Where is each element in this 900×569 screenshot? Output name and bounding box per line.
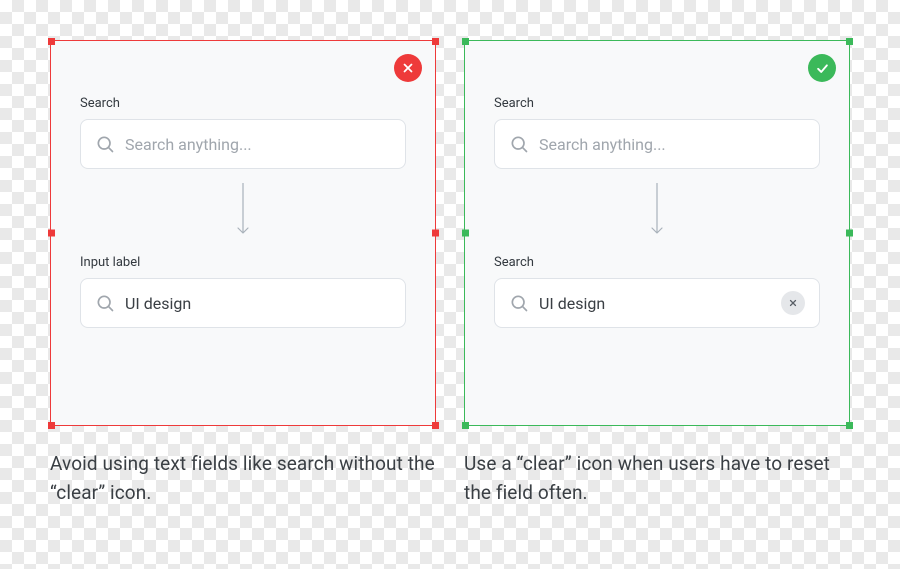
- search-field-filled: Search UI design: [494, 255, 820, 328]
- placeholder-text: Search anything...: [539, 135, 805, 154]
- check-icon: [815, 61, 830, 76]
- do-panel-wrap: Search Search anything... Search UI desi…: [464, 40, 850, 426]
- search-input[interactable]: Search anything...: [80, 119, 406, 169]
- x-icon: [401, 61, 415, 75]
- clear-button[interactable]: [781, 291, 805, 315]
- clear-icon: [788, 298, 798, 308]
- search-field-empty: Search Search anything...: [494, 96, 820, 169]
- search-input[interactable]: UI design: [494, 278, 820, 328]
- search-icon: [95, 134, 115, 154]
- dont-example-column: Search Search anything... Input label UI…: [50, 40, 436, 569]
- dont-panel-wrap: Search Search anything... Input label UI…: [50, 40, 436, 426]
- placeholder-text: Search anything...: [125, 135, 391, 154]
- field-label: Input label: [80, 255, 406, 270]
- do-example-column: Search Search anything... Search UI desi…: [464, 40, 850, 569]
- search-field-empty: Search Search anything...: [80, 96, 406, 169]
- arrow-down-icon: [494, 183, 820, 237]
- field-label: Search: [494, 255, 820, 270]
- search-icon: [509, 293, 529, 313]
- do-caption: Use a “clear” icon when users have to re…: [464, 450, 850, 507]
- search-input[interactable]: Search anything...: [494, 119, 820, 169]
- search-icon: [509, 134, 529, 154]
- field-label: Search: [80, 96, 406, 111]
- search-input[interactable]: UI design: [80, 278, 406, 328]
- search-field-filled: Input label UI design: [80, 255, 406, 328]
- dont-caption: Avoid using text fields like search with…: [50, 450, 436, 507]
- field-label: Search: [494, 96, 820, 111]
- arrow-down-icon: [80, 183, 406, 237]
- check-badge: [808, 54, 836, 82]
- search-icon: [95, 293, 115, 313]
- do-panel: Search Search anything... Search UI desi…: [464, 40, 850, 426]
- x-badge: [394, 54, 422, 82]
- input-value: UI design: [539, 294, 771, 313]
- dont-panel: Search Search anything... Input label UI…: [50, 40, 436, 426]
- input-value: UI design: [125, 294, 391, 313]
